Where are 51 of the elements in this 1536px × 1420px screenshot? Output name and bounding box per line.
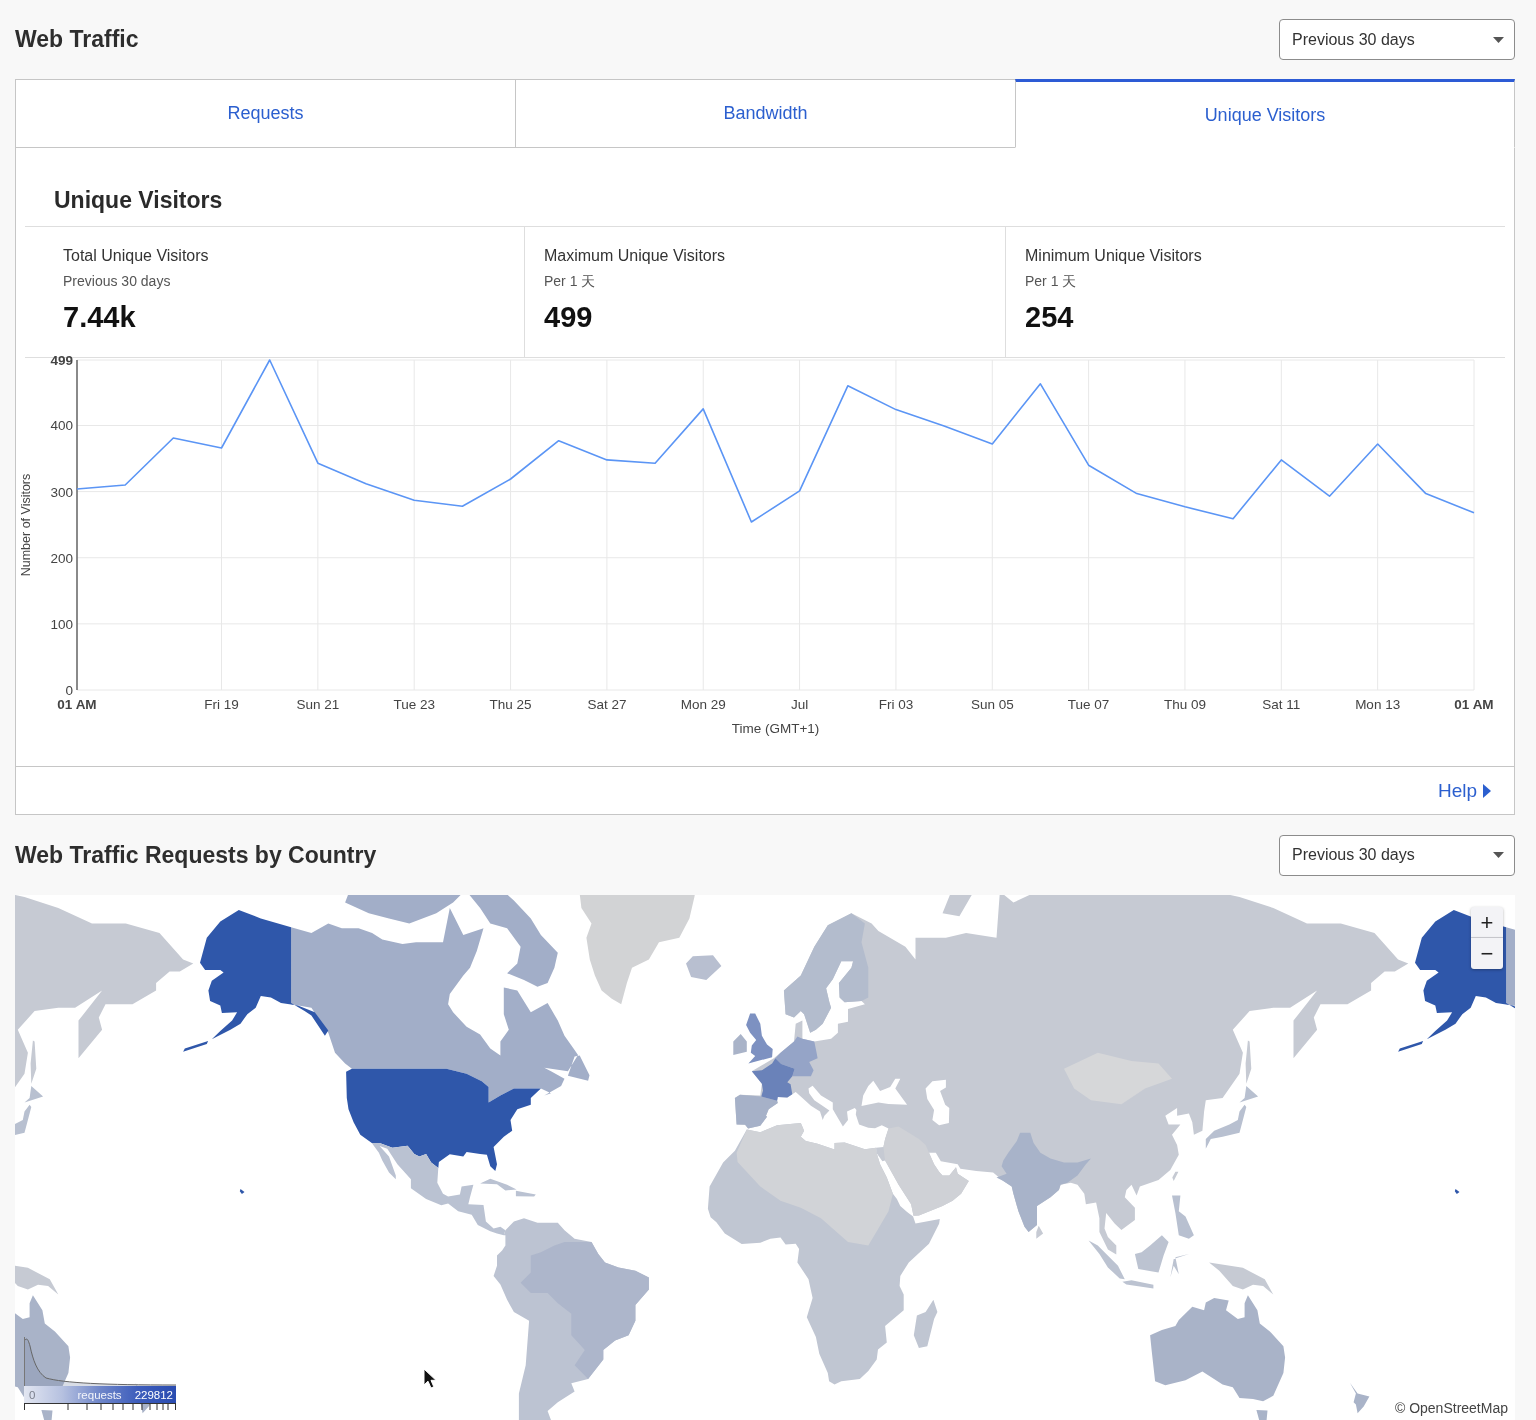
x-tick-label: Thu 25 (489, 697, 532, 712)
stat-period: Per 1 天 (1025, 272, 1077, 290)
x-tick-label: Thu 09 (1163, 697, 1206, 712)
y-tick-label: 100 (50, 616, 73, 632)
tab[interactable]: Requests (15, 79, 515, 148)
stat-value: 7.44k (63, 300, 136, 334)
zoom-out-button[interactable]: − (1471, 938, 1503, 969)
x-tick-label: Fri 03 (878, 697, 914, 712)
date-range-dropdown[interactable]: Previous 30 days (1279, 19, 1515, 60)
y-tick-label: 0 (65, 683, 73, 698)
y-tick-label: 200 (50, 550, 73, 566)
legend-max-label: 229812 (134, 1388, 173, 1401)
stat-label: Maximum Unique Visitors (544, 246, 726, 266)
section-title: Web Traffic Requests by Country (15, 841, 377, 869)
section-title: Web Traffic (15, 26, 139, 53)
y-tick-label: 400 (50, 418, 73, 434)
x-tick-label: Jul (790, 697, 809, 712)
x-tick-label: 01 AM (57, 697, 97, 712)
x-axis-title: Time (GMT+1) (731, 721, 820, 736)
tab[interactable]: Bandwidth (515, 79, 1015, 148)
map-attribution: © OpenStreetMap (1392, 1400, 1510, 1416)
x-tick-label: Sun 05 (970, 697, 1014, 712)
stat-label: Total Unique Visitors (63, 246, 209, 266)
x-tick-label: Sat 11 (1262, 697, 1301, 712)
help-link[interactable]: Help (1437, 779, 1491, 802)
x-tick-label: Fri 19 (204, 697, 239, 712)
legend-title: requests (77, 1388, 122, 1401)
x-tick-label: Sat 27 (587, 697, 627, 712)
stat-value: 254 (1025, 300, 1074, 334)
x-tick-label: Tue 07 (1067, 697, 1110, 712)
stat-period: Per 1 天 (544, 272, 596, 290)
x-tick-label: Tue 23 (393, 697, 435, 712)
y-tick-label: 499 (50, 353, 73, 368)
y-tick-label: 300 (50, 484, 73, 500)
stat-value: 499 (544, 300, 593, 334)
tab[interactable]: Unique Visitors (1015, 79, 1515, 148)
x-tick-label: Mon 29 (680, 697, 726, 712)
legend-min-label: 0 (29, 1388, 36, 1401)
zoom-in-button[interactable]: + (1471, 907, 1503, 938)
caret-right-icon (1483, 783, 1491, 798)
stat-period: Previous 30 days (63, 272, 171, 290)
x-tick-label: Mon 13 (1355, 697, 1401, 712)
y-axis-title: Number of Visitors (19, 473, 33, 577)
stat-label: Minimum Unique Visitors (1025, 246, 1202, 266)
x-tick-label: 01 AM (1454, 697, 1494, 712)
date-range-dropdown[interactable]: Previous 30 days (1279, 834, 1515, 876)
panel-title: Unique Visitors (54, 187, 223, 214)
mouse-cursor-icon (423, 1368, 437, 1389)
x-tick-label: Sun 21 (296, 697, 340, 712)
caret-down-icon (1493, 852, 1504, 858)
caret-down-icon (1493, 36, 1504, 43)
